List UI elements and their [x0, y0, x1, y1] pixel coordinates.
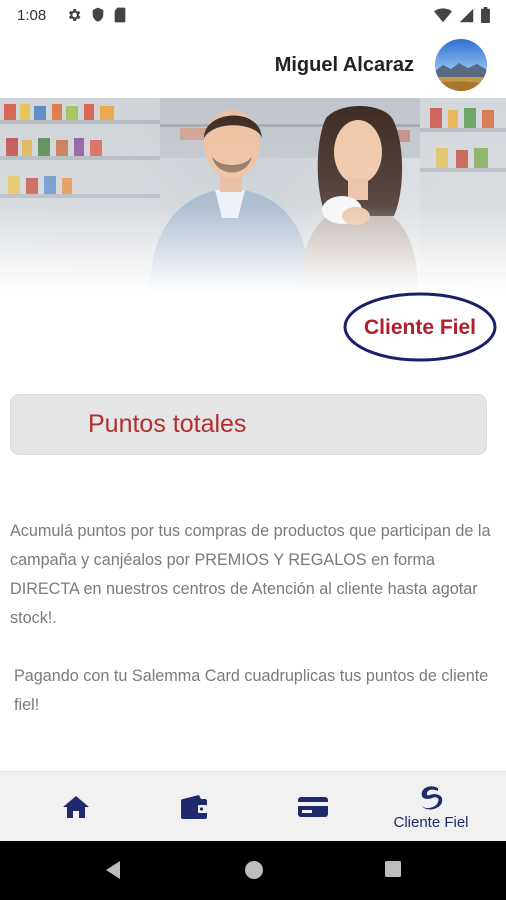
wifi-icon — [434, 7, 452, 23]
nav-card[interactable] — [263, 772, 363, 842]
bottom-nav: Cliente Fiel — [0, 771, 506, 841]
status-icons-right — [434, 7, 490, 23]
status-time: 1:08 — [17, 7, 47, 24]
banner-image — [0, 98, 506, 292]
avatar[interactable] — [435, 39, 487, 91]
home-circle-icon[interactable] — [244, 860, 264, 885]
shield-icon — [91, 7, 105, 23]
cliente-fiel-logo-text: Cliente Fiel — [364, 316, 476, 339]
status-bar: 1:08 — [0, 0, 506, 32]
avatar-landscape-icon — [435, 39, 487, 91]
system-nav-bar — [0, 841, 506, 900]
description-paragraph-1: Acumulá puntos por tus compras de produc… — [10, 522, 491, 627]
recents-icon[interactable] — [384, 860, 402, 883]
home-icon — [63, 796, 89, 818]
sim-card-icon — [114, 7, 126, 23]
points-card[interactable]: Puntos totales — [10, 394, 487, 455]
status-icons-left — [66, 7, 126, 23]
points-total-label: Puntos totales — [88, 410, 247, 438]
nav-home[interactable] — [26, 772, 126, 842]
battery-icon — [481, 7, 490, 23]
description-text: Acumulá puntos por tus compras de produc… — [10, 517, 500, 720]
cliente-fiel-logo: Cliente Fiel — [342, 291, 498, 363]
user-name: Miguel Alcaraz — [274, 54, 414, 76]
app-header: Miguel Alcaraz — [0, 32, 506, 98]
wallet-icon — [181, 795, 207, 819]
gear-icon — [66, 7, 82, 23]
cliente-fiel-logo-icon — [421, 785, 443, 809]
signal-icon — [459, 8, 474, 23]
description-paragraph-2: Pagando con tu Salemma Card cuadruplicas… — [14, 667, 489, 714]
nav-cliente-fiel-label: Cliente Fiel — [393, 813, 469, 831]
nav-cliente-fiel[interactable]: Cliente Fiel — [381, 772, 481, 842]
credit-card-icon — [298, 797, 328, 817]
nav-wallet[interactable] — [144, 772, 244, 842]
back-icon[interactable] — [104, 860, 122, 885]
shoppers-in-supermarket-photo — [0, 98, 506, 292]
